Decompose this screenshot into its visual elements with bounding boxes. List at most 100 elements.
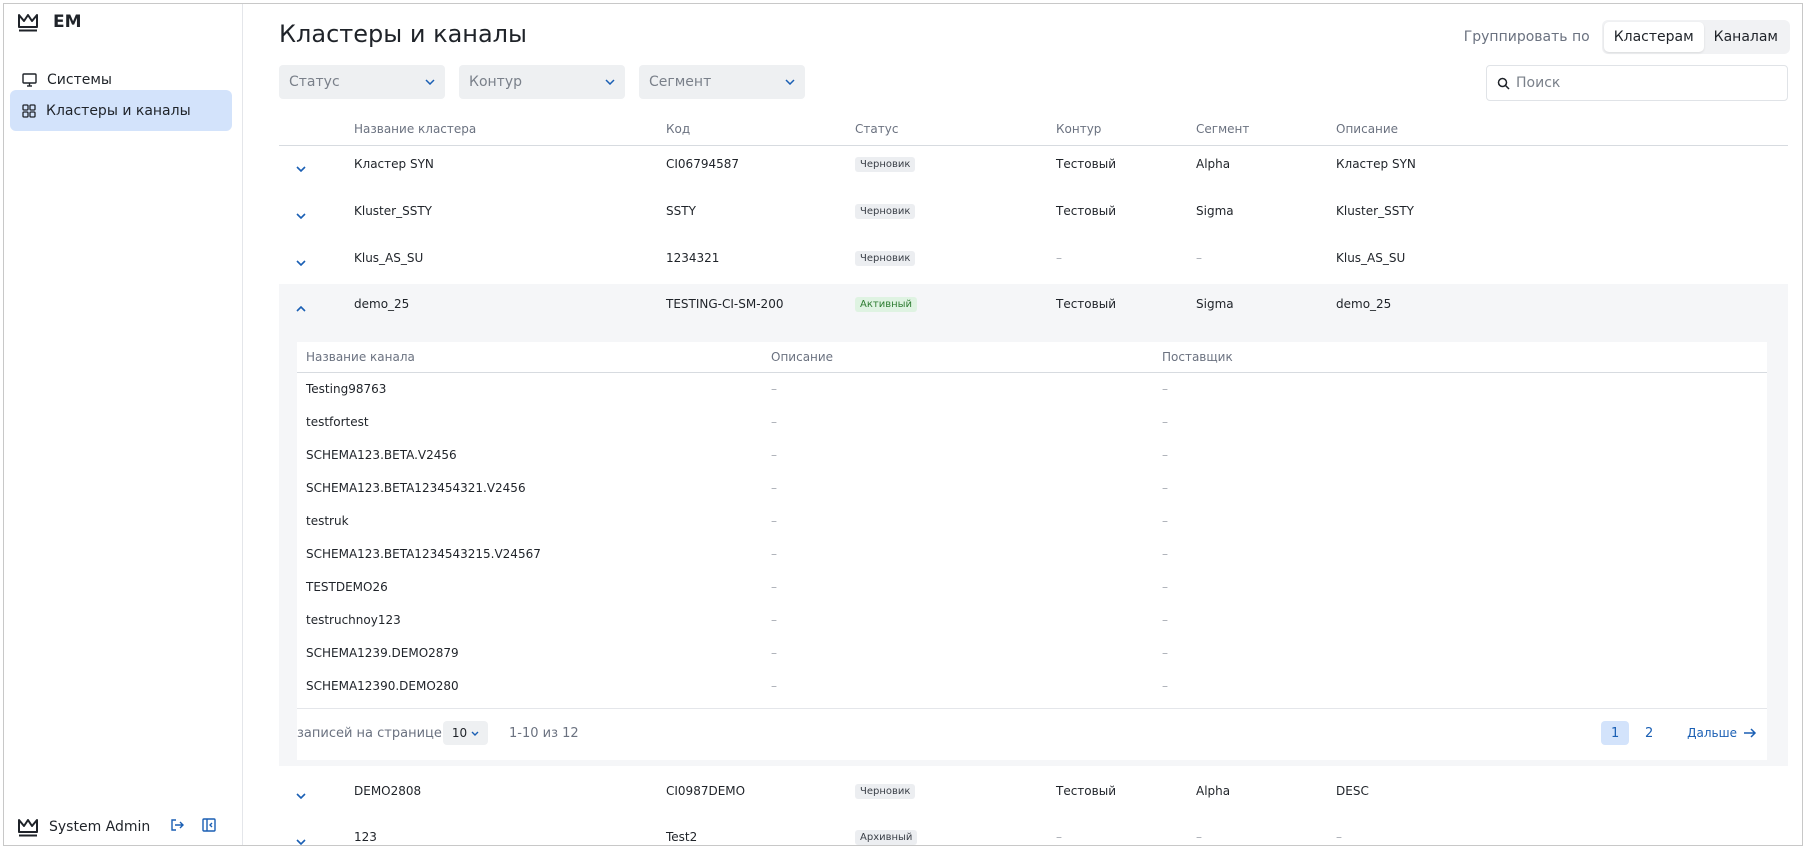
expand-toggle[interactable]	[293, 834, 309, 845]
sidebar-item-clusters[interactable]: Кластеры и каналы	[10, 90, 232, 131]
group-by-channels[interactable]: Каналам	[1704, 22, 1788, 52]
cluster-code: TESTING-CI-SM-200	[666, 297, 784, 311]
channel-row[interactable]: Testing98763 – –	[297, 374, 1767, 407]
table-row[interactable]: Кластер SYN CI06794587 Черновик Тестовый…	[279, 147, 1788, 193]
cluster-description: DESC	[1336, 784, 1369, 798]
segment-filter[interactable]: Сегмент	[639, 65, 805, 99]
contour-filter-label: Контур	[469, 74, 522, 90]
page-button-2[interactable]: 2	[1635, 721, 1663, 745]
cluster-segment: Sigma	[1196, 204, 1234, 218]
user-actions	[170, 818, 216, 832]
channel-vendor: –	[1162, 415, 1168, 429]
group-by-control: Группировать по Кластерам Каналам	[1464, 20, 1790, 54]
channel-name: Testing98763	[306, 382, 387, 396]
status-filter[interactable]: Статус	[279, 65, 445, 99]
clusters-table-header: Название кластера Код Статус Контур Сегм…	[279, 114, 1788, 146]
channel-vendor: –	[1162, 448, 1168, 462]
channel-vendor: –	[1162, 547, 1168, 561]
cluster-contour: Тестовый	[1056, 157, 1116, 171]
cluster-segment: Sigma	[1196, 297, 1234, 311]
table-row-expanded[interactable]: demo_25 TESTING-CI-SM-200 Активный Тесто…	[279, 287, 1788, 333]
channel-name: SCHEMA1239.DEMO2879	[306, 646, 459, 660]
column-header[interactable]: Название канала	[306, 350, 415, 364]
segment-filter-label: Сегмент	[649, 74, 712, 90]
pagination-bar: записей на странице 10 1-10 из 12 1 2 Да…	[297, 708, 1767, 760]
channel-row[interactable]: SCHEMA1239.DEMO2879 – –	[297, 638, 1767, 671]
channel-description: –	[771, 547, 777, 561]
channel-row[interactable]: testruk – –	[297, 506, 1767, 539]
crown-logo-icon	[18, 819, 38, 837]
arrow-right-icon	[1744, 728, 1757, 738]
channel-description: –	[771, 679, 777, 693]
channel-vendor: –	[1162, 679, 1168, 693]
page-title: Кластеры и каналы	[279, 20, 527, 48]
channels-table-header: Название канала Описание Поставщик	[297, 342, 1767, 373]
column-header[interactable]: Статус	[855, 122, 898, 136]
cluster-code: Test2	[666, 830, 698, 844]
channel-row[interactable]: testfortest – –	[297, 407, 1767, 440]
channel-row[interactable]: SCHEMA123.BETA123454321.V2456 – –	[297, 473, 1767, 506]
channel-row[interactable]: TESTDEMO26 – –	[297, 572, 1767, 605]
app-logo[interactable]: EM	[17, 12, 82, 32]
channel-name: SCHEMA123.BETA.V2456	[306, 448, 457, 462]
filters-bar: Статус Контур Сегмент	[279, 65, 805, 99]
channel-vendor: –	[1162, 481, 1168, 495]
channel-row[interactable]: SCHEMA123.BETA1234543215.V24567 – –	[297, 539, 1767, 572]
column-header[interactable]: Сегмент	[1196, 122, 1249, 136]
records-range: 1-10 из 12	[509, 726, 579, 741]
page-button-1[interactable]: 1	[1601, 721, 1630, 745]
collapse-toggle[interactable]	[293, 301, 309, 317]
search-box	[1486, 65, 1788, 101]
cluster-name: 123	[354, 830, 377, 844]
chevron-up-icon	[296, 306, 306, 312]
table-row[interactable]: 123 Test2 Архивный – – –	[279, 820, 1788, 845]
chevron-down-icon	[296, 166, 306, 172]
collapse-sidebar-icon[interactable]	[202, 818, 216, 832]
per-page-select[interactable]: 10	[443, 721, 488, 745]
status-badge: Черновик	[855, 251, 916, 266]
expand-toggle[interactable]	[293, 208, 309, 224]
channel-row[interactable]: SCHEMA12390.DEMO280 – –	[297, 671, 1767, 704]
channel-name: SCHEMA12390.DEMO280	[306, 679, 459, 693]
channel-name: testruk	[306, 514, 349, 528]
expand-toggle[interactable]	[293, 788, 309, 804]
channels-subtable: Название канала Описание Поставщик Testi…	[297, 342, 1767, 760]
search-input[interactable]	[1516, 75, 1766, 91]
group-by-clusters[interactable]: Кластерам	[1603, 22, 1704, 52]
cluster-name: DEMO2808	[354, 784, 422, 798]
channel-description: –	[771, 514, 777, 528]
contour-filter[interactable]: Контур	[459, 65, 625, 99]
channel-description: –	[771, 613, 777, 627]
status-badge: Активный	[855, 297, 918, 312]
expand-toggle[interactable]	[293, 255, 309, 271]
column-header[interactable]: Описание	[1336, 122, 1398, 136]
cluster-code: SSTY	[666, 204, 696, 218]
cluster-description: Kluster_SSTY	[1336, 204, 1414, 218]
user-profile[interactable]: System Admin	[17, 817, 150, 837]
column-header[interactable]: Описание	[771, 350, 833, 364]
crown-logo-icon	[18, 14, 38, 32]
next-page-button[interactable]: Дальше	[1687, 726, 1757, 740]
channel-description: –	[771, 481, 777, 495]
cluster-contour: –	[1056, 251, 1062, 265]
logout-icon[interactable]	[170, 818, 184, 832]
cluster-contour: Тестовый	[1056, 297, 1116, 311]
column-header[interactable]: Поставщик	[1162, 350, 1233, 364]
column-header[interactable]: Название кластера	[354, 122, 476, 136]
channel-name: testruchnoy123	[306, 613, 401, 627]
column-header[interactable]: Контур	[1056, 122, 1101, 136]
table-row[interactable]: Klus_AS_SU 1234321 Черновик – – Klus_AS_…	[279, 241, 1788, 287]
expand-toggle[interactable]	[293, 161, 309, 177]
table-row[interactable]: Kluster_SSTY SSTY Черновик Тестовый Sigm…	[279, 194, 1788, 240]
channel-row[interactable]: SCHEMA123.BETA.V2456 – –	[297, 440, 1767, 473]
cluster-description: Кластер SYN	[1336, 157, 1416, 171]
cluster-description: Klus_AS_SU	[1336, 251, 1406, 265]
channel-row[interactable]: testruchnoy123 – –	[297, 605, 1767, 638]
table-row[interactable]: DEMO2808 CI0987DEMO Черновик Тестовый Al…	[279, 774, 1788, 820]
channel-description: –	[771, 448, 777, 462]
chevron-down-icon	[785, 79, 795, 85]
channel-name: SCHEMA123.BETA123454321.V2456	[306, 481, 526, 495]
cluster-segment: –	[1196, 830, 1202, 844]
cluster-segment: Alpha	[1196, 784, 1231, 798]
column-header[interactable]: Код	[666, 122, 690, 136]
